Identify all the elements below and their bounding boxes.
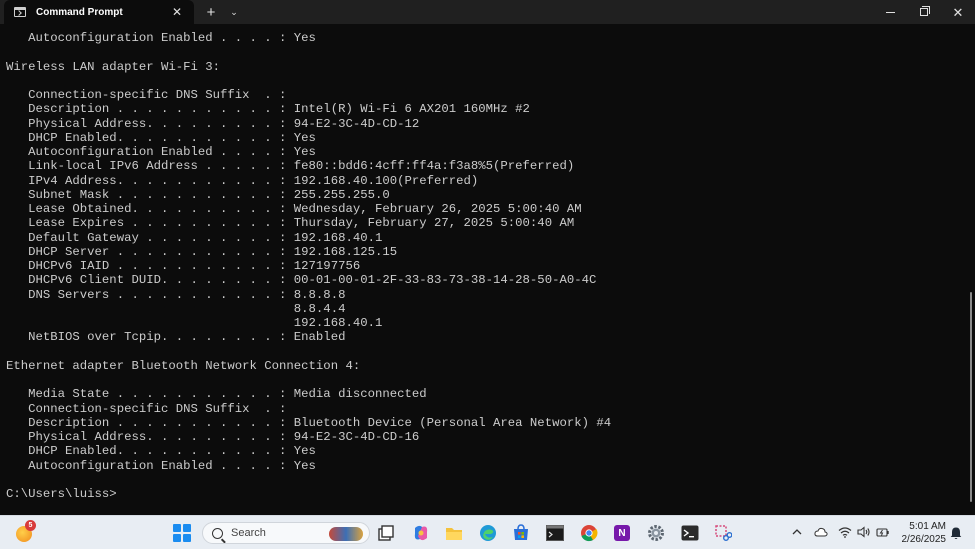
command-prompt-taskbar-button[interactable]: [545, 523, 565, 543]
terminal-area[interactable]: Autoconfiguration Enabled . . . . : Yes W…: [0, 24, 968, 515]
terminal-line: Autoconfiguration Enabled . . . . : Yes: [6, 458, 316, 473]
file-explorer-button[interactable]: [444, 523, 464, 543]
search-highlight-image: [329, 527, 363, 541]
microsoft-store-icon: [514, 524, 528, 540]
terminal-line: Connection-specific DNS Suffix . :: [6, 88, 287, 102]
terminal-line: DHCP Enabled. . . . . . . . . . . : Yes: [6, 130, 316, 145]
title-bar: Command Prompt ✕ + ⌄ ✕: [0, 0, 975, 24]
terminal-line: Physical Address. . . . . . . . . : 94-E…: [6, 116, 420, 131]
edge-icon: [480, 525, 496, 541]
terminal-line: Lease Obtained. . . . . . . . . . : Wedn…: [6, 202, 582, 216]
terminal-line: Description . . . . . . . . . . . : Blue…: [6, 415, 612, 430]
chrome-icon: [581, 525, 598, 542]
terminal-scrollbar[interactable]: [968, 24, 975, 515]
snipping-tool-button[interactable]: [713, 523, 733, 543]
cloud-icon[interactable]: [814, 526, 828, 540]
terminal-button[interactable]: [680, 523, 700, 543]
terminal-line: Default Gateway . . . . . . . . . : 192.…: [6, 230, 383, 245]
search-placeholder: Search: [231, 527, 266, 539]
scrollbar-thumb[interactable]: [970, 292, 972, 502]
wifi-icon[interactable]: [838, 526, 852, 540]
tab-title: Command Prompt: [36, 6, 123, 18]
minimize-button[interactable]: [873, 0, 907, 24]
volume-icon[interactable]: [857, 526, 871, 540]
terminal-line: Autoconfiguration Enabled . . . . : Yes: [6, 31, 316, 45]
terminal-line: DHCPv6 Client DUID. . . . . . . . : 00-0…: [6, 273, 597, 288]
terminal-line: 192.168.40.1: [6, 316, 383, 330]
terminal-line: DHCPv6 IAID . . . . . . . . . . . : 1271…: [6, 259, 361, 273]
clock-time: 5:01 AM: [909, 521, 946, 532]
minimize-icon: [885, 11, 895, 13]
microsoft-store-button[interactable]: [511, 523, 531, 543]
clock-date: 2/26/2025: [901, 534, 947, 545]
task-view-icon: [378, 525, 394, 541]
terminal-line: Link-local IPv6 Address . . . . . : fe80…: [6, 159, 575, 174]
file-explorer-icon: [446, 528, 462, 540]
terminal-output: Autoconfiguration Enabled . . . . : Yes W…: [6, 31, 611, 501]
new-tab-button[interactable]: +: [198, 0, 224, 24]
copilot-icon: [414, 525, 428, 541]
terminal-line: Ethernet adapter Bluetooth Network Conne…: [6, 358, 361, 373]
terminal-line: Subnet Mask . . . . . . . . . . . : 255.…: [6, 187, 390, 202]
terminal-line: C:\Users\luiss>: [6, 487, 117, 501]
terminal-line: Lease Expires . . . . . . . . . . : Thur…: [6, 216, 575, 231]
command-prompt-tab-icon: [14, 7, 26, 17]
task-view-button[interactable]: [376, 523, 396, 543]
terminal-line: Connection-specific DNS Suffix . :: [6, 401, 287, 416]
terminal-line: Autoconfiguration Enabled . . . . : Yes: [6, 145, 316, 159]
chevron-up-icon[interactable]: [790, 526, 804, 540]
command-prompt-icon: [546, 525, 564, 541]
terminal-line: Physical Address. . . . . . . . . : 94-E…: [6, 430, 420, 444]
settings-button[interactable]: [646, 523, 666, 543]
weather-badge: 5: [25, 520, 36, 531]
terminal-line: Wireless LAN adapter Wi-Fi 3:: [6, 59, 221, 74]
close-button[interactable]: ✕: [941, 0, 975, 24]
snipping-tool-icon: [715, 525, 732, 541]
tab-dropdown-chevron-down-icon[interactable]: ⌄: [224, 0, 244, 24]
close-icon: ✕: [952, 4, 964, 20]
terminal-line: 8.8.4.4: [6, 301, 346, 316]
tab-command-prompt[interactable]: Command Prompt ✕: [4, 0, 194, 24]
window-controls: ✕: [873, 0, 975, 24]
taskbar-clock[interactable]: 5:01 AM 2/26/2025: [894, 520, 947, 546]
weather-icon[interactable]: 5: [14, 520, 36, 542]
copilot-button[interactable]: [411, 523, 431, 543]
terminal-icon: [681, 525, 699, 541]
notification-bell-icon[interactable]: [950, 526, 962, 540]
terminal-line: DHCP Enabled. . . . . . . . . . . : Yes: [6, 444, 316, 459]
start-button[interactable]: [172, 523, 192, 543]
edge-button[interactable]: [478, 523, 498, 543]
terminal-line: NetBIOS over Tcpip. . . . . . . . : Enab…: [6, 330, 346, 345]
chrome-button[interactable]: [579, 523, 599, 543]
tab-close-icon[interactable]: ✕: [172, 5, 182, 19]
windows-start-icon: [173, 524, 191, 542]
taskbar: 5 Search N 5:01 AM 2/26/2025: [0, 515, 975, 549]
terminal-line: DNS Servers . . . . . . . . . . . : 8.8.…: [6, 287, 346, 302]
terminal-line: DHCP Server . . . . . . . . . . . : 192.…: [6, 244, 398, 259]
taskbar-search-box[interactable]: Search: [202, 522, 370, 544]
terminal-line: Description . . . . . . . . . . . : Inte…: [6, 102, 530, 117]
battery-icon[interactable]: [876, 526, 890, 540]
maximize-button[interactable]: [907, 0, 941, 24]
onenote-icon: N: [614, 525, 630, 541]
search-icon: [212, 527, 223, 539]
terminal-line: IPv4 Address. . . . . . . . . . . : 192.…: [6, 173, 479, 188]
restore-icon: [920, 6, 930, 16]
terminal-line: Media State . . . . . . . . . . . : Medi…: [6, 387, 427, 402]
onenote-button[interactable]: N: [612, 523, 632, 543]
settings-icon: [648, 525, 664, 541]
